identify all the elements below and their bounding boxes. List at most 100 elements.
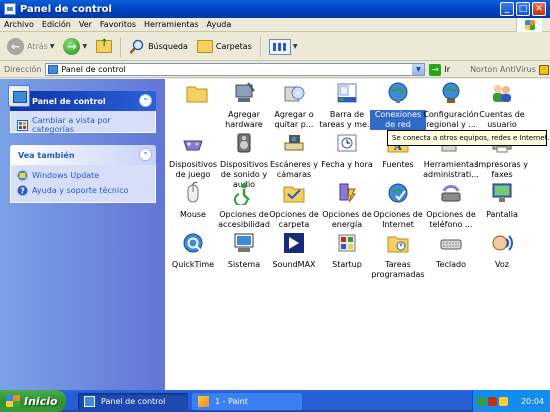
item-speech[interactable]: Voz xyxy=(474,231,530,270)
see-also-title: Vea también xyxy=(18,150,75,160)
explorer-window: Panel de control _ □ ✕ Archivo Edición V… xyxy=(0,0,550,390)
title-bar[interactable]: Panel de control _ □ ✕ xyxy=(0,0,550,18)
item-accessibility[interactable]: Opciones de accesibilidad xyxy=(216,181,272,230)
item-label: Barra de tareas y me... xyxy=(319,110,375,129)
menu-edicion[interactable]: Edición xyxy=(42,20,71,29)
item-label: Startup xyxy=(332,260,362,269)
volume-tray-icon[interactable] xyxy=(499,396,508,406)
task-pane: Panel de control ⌃ Cambiar a vista por c… xyxy=(0,79,165,390)
switch-category-view-link[interactable]: Cambiar a vista por categorías xyxy=(17,116,149,134)
views-icon xyxy=(268,38,291,55)
item-scheduled-tasks[interactable]: Tareas programadas xyxy=(370,231,426,280)
item-label: Impresoras y faxes xyxy=(476,160,528,179)
item-label: Mouse xyxy=(180,210,206,219)
start-button[interactable]: Inicio xyxy=(0,390,66,412)
back-label: Atrás xyxy=(27,42,48,51)
collapse-chevron-icon[interactable]: ⌃ xyxy=(139,94,152,107)
search-icon xyxy=(129,39,144,54)
item-system[interactable]: Sistema xyxy=(216,231,272,270)
item-network-connections[interactable]: Conexiones de red xyxy=(370,81,426,130)
control-panel-section-header[interactable]: Panel de control ⌃ xyxy=(8,85,156,111)
search-button[interactable]: Búsqueda xyxy=(126,36,191,58)
item-mouse[interactable]: Mouse xyxy=(165,181,221,220)
minimize-button[interactable]: _ xyxy=(500,2,514,16)
taskbar-button-control-panel[interactable]: Panel de control xyxy=(78,393,188,410)
item-taskbar-start-menu[interactable]: Barra de tareas y me... xyxy=(319,81,375,130)
menu-favoritos[interactable]: Favoritos xyxy=(100,20,136,29)
chevron-down-icon[interactable]: ▼ xyxy=(293,43,298,50)
go-button[interactable]: → Ir xyxy=(429,63,450,76)
collapse-chevron-icon[interactable]: ⌃ xyxy=(139,148,152,161)
item-label: Tareas programadas xyxy=(371,260,425,279)
item-add-remove-programs[interactable]: Agregar o quitar p... xyxy=(266,81,322,130)
item-display[interactable]: Pantalla xyxy=(474,181,530,220)
item-label: Pantalla xyxy=(486,210,518,219)
network-tray-icon[interactable] xyxy=(477,396,486,406)
menu-ver[interactable]: Ver xyxy=(79,20,92,29)
menu-ayuda[interactable]: Ayuda xyxy=(207,20,232,29)
views-button[interactable]: ▼ xyxy=(266,36,301,58)
clock[interactable]: 20:04 xyxy=(521,397,544,406)
up-folder-button[interactable] xyxy=(93,36,115,58)
control-panel-items: Agregar hardware Agregar o quitar p... B… xyxy=(165,79,550,390)
mouse-icon xyxy=(187,181,199,203)
menu-archivo[interactable]: Archivo xyxy=(4,20,34,29)
norton-icon[interactable] xyxy=(538,64,549,75)
item-label: Cuentas de usuario xyxy=(479,110,525,129)
maximize-button[interactable]: □ xyxy=(516,2,530,16)
menu-herramientas[interactable]: Herramientas xyxy=(144,20,199,29)
item-scanners-cameras[interactable]: Escáneres y cámaras xyxy=(266,131,322,180)
windows-update-link[interactable]: Windows Update xyxy=(17,170,149,181)
chevron-down-icon[interactable]: ▼ xyxy=(50,43,55,50)
item-internet-options[interactable]: Opciones de Internet xyxy=(370,181,426,230)
norton-label[interactable]: Norton AntiVirus xyxy=(470,65,536,74)
item-soundmax[interactable]: SoundMAX xyxy=(266,231,322,270)
folders-button[interactable]: Carpetas xyxy=(194,36,255,58)
help-support-link[interactable]: ? Ayuda y soporte técnico xyxy=(17,185,149,196)
taskbar-icon xyxy=(337,83,357,103)
windows-update-icon xyxy=(17,170,28,181)
item-quicktime[interactable]: QuickTime xyxy=(165,231,221,270)
item-keyboard[interactable]: Teclado xyxy=(423,231,479,270)
forward-button[interactable]: → ▼ xyxy=(60,36,90,58)
user-accounts-icon xyxy=(493,85,511,102)
chevron-down-icon[interactable]: ▼ xyxy=(82,43,87,50)
scanner-camera-icon xyxy=(284,135,304,151)
item-folder-options[interactable]: Opciones de carpeta xyxy=(266,181,322,230)
chevron-down-icon[interactable]: ▼ xyxy=(412,64,425,75)
antivirus-tray-icon[interactable] xyxy=(488,396,497,406)
item-regional-settings[interactable]: Configuración regional y ... xyxy=(423,81,479,130)
toolbar-divider xyxy=(120,36,122,57)
item-label: QuickTime xyxy=(171,260,215,269)
item-label: Voz xyxy=(495,260,509,269)
windows-logo-icon xyxy=(516,18,542,32)
address-input[interactable]: Panel de control ▼ xyxy=(45,63,426,76)
folder-icon xyxy=(186,86,208,103)
item-power-options[interactable]: Opciones de energía xyxy=(319,181,375,230)
item-label: Configuración regional y ... xyxy=(423,110,479,129)
item-label: Herramientas administrati... xyxy=(423,160,479,179)
search-label: Búsqueda xyxy=(148,42,188,51)
item-phone-modem[interactable]: Opciones de teléfono ... xyxy=(423,181,479,230)
power-options-icon xyxy=(339,183,356,203)
back-button[interactable]: ← Atrás ▼ xyxy=(4,36,57,58)
item-label: Escáneres y cámaras xyxy=(270,160,318,179)
forward-arrow-icon: → xyxy=(63,38,81,55)
item-user-accounts[interactable]: Cuentas de usuario xyxy=(474,81,530,130)
soundmax-icon xyxy=(284,233,304,253)
close-button[interactable]: ✕ xyxy=(532,2,546,16)
speech-icon xyxy=(492,235,513,251)
folders-icon xyxy=(196,40,213,53)
taskbar-button-label: 1 - Paint xyxy=(215,397,248,406)
taskbar-button-paint[interactable]: 1 - Paint xyxy=(192,393,302,410)
network-tooltip: Se conecta a otros equipos, redes e Inte… xyxy=(387,130,550,146)
item-label: Sistema xyxy=(227,260,261,269)
see-also-section-header[interactable]: Vea también ⌃ xyxy=(10,145,156,165)
item-date-time[interactable]: Fecha y hora xyxy=(319,131,375,170)
item-game-controllers[interactable]: Dispositivos de juego xyxy=(165,131,221,180)
item-label: Agregar o quitar p... xyxy=(274,110,314,129)
item-add-hardware[interactable]: Agregar hardware xyxy=(216,81,272,130)
quicktime-icon xyxy=(183,233,203,253)
item-startup[interactable]: Startup xyxy=(319,231,375,270)
folders-label: Carpetas xyxy=(215,42,252,51)
